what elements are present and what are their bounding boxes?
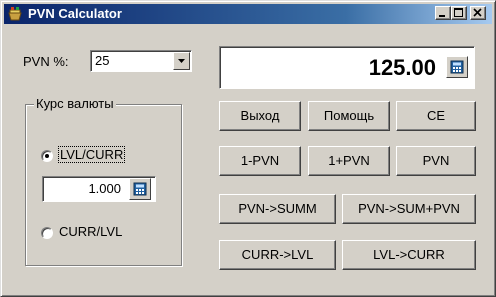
result-display: 125.00 [219, 46, 475, 89]
radio-lvl-curr-text: LVL/CURR [58, 146, 126, 163]
clear-entry-button[interactable]: CE [396, 101, 476, 131]
close-icon[interactable] [470, 6, 486, 20]
exit-button[interactable]: Выход [219, 101, 301, 131]
minimize-icon[interactable] [435, 6, 451, 20]
radio-lvl-curr-label[interactable]: LVL/CURR [58, 146, 126, 163]
app-window: PVN Calculator PVN %: 25 125.00 Курс вал… [0, 0, 496, 297]
rate-value: 1.000 [88, 181, 121, 196]
pvn-percent-value: 25 [95, 53, 110, 68]
rate-input[interactable]: 1.000 [42, 176, 156, 202]
app-icon [7, 6, 23, 22]
title-bar[interactable]: PVN Calculator [4, 4, 492, 24]
lvl-to-curr-button[interactable]: LVL->CURR [342, 240, 476, 270]
chevron-down-icon[interactable] [173, 52, 190, 70]
one-plus-pvn-button[interactable]: 1+PVN [308, 146, 390, 176]
radio-curr-lvl-label[interactable]: CURR/LVL [59, 224, 122, 239]
window-title: PVN Calculator [28, 6, 122, 21]
one-minus-pvn-button[interactable]: 1-PVN [219, 146, 301, 176]
calculator-icon [133, 182, 147, 196]
pvn-button[interactable]: PVN [396, 146, 476, 176]
pvn-percent-select[interactable]: 25 [90, 50, 192, 72]
rate-calculator-button[interactable] [129, 178, 151, 200]
result-value: 125.00 [368, 55, 436, 80]
curr-to-lvl-button[interactable]: CURR->LVL [219, 240, 336, 270]
pvn-percent-label: PVN %: [23, 54, 69, 69]
currency-rate-group: Курс валюты LVL/CURR 1.000 CURR/LVL [25, 96, 182, 266]
calculator-button[interactable] [446, 56, 468, 78]
radio-curr-lvl[interactable] [41, 227, 53, 239]
calculator-icon [450, 60, 464, 74]
pvn-to-summ-button[interactable]: PVN->SUMM [219, 194, 336, 224]
pvn-to-sum-plus-pvn-button[interactable]: PVN->SUM+PVN [342, 194, 476, 224]
radio-selected-dot [45, 154, 49, 158]
help-button[interactable]: Помощь [308, 101, 390, 131]
radio-lvl-curr[interactable] [41, 150, 53, 162]
currency-group-title: Курс валюты [34, 96, 116, 111]
maximize-icon[interactable] [451, 6, 467, 20]
